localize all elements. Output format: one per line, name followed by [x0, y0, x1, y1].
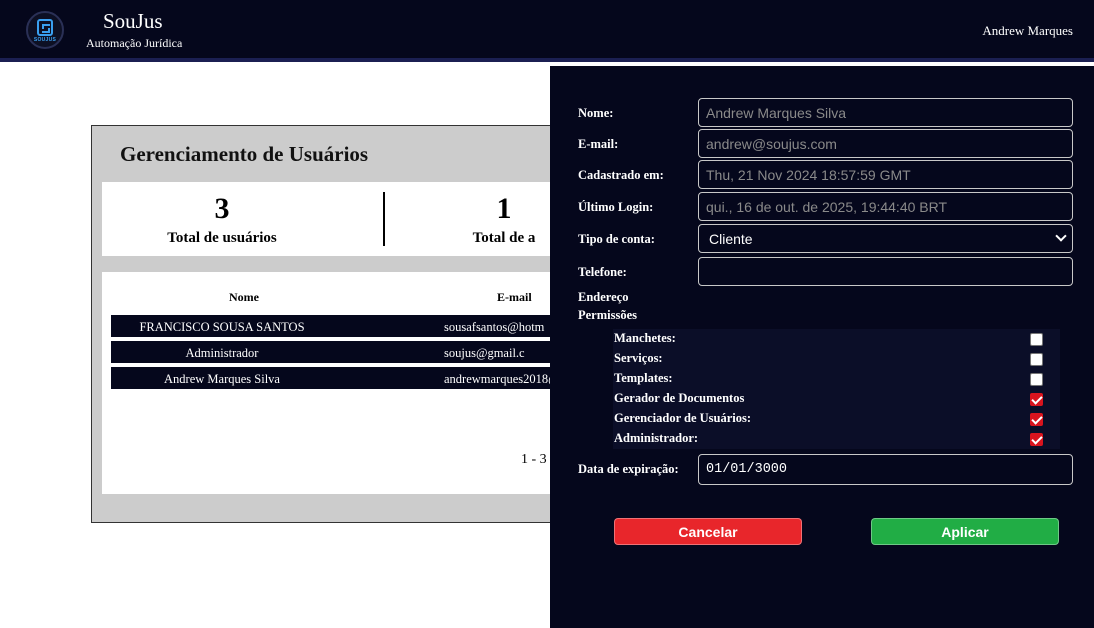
address-label[interactable]: Endereço: [578, 290, 628, 305]
table-row[interactable]: Administrador soujus@gmail.c: [111, 341, 560, 365]
apply-button[interactable]: Aplicar: [871, 518, 1059, 545]
cell-name: Administrador: [185, 346, 259, 360]
page-title: Gerenciamento de Usuários: [120, 142, 369, 166]
permission-label: Gerenciador de Usuários:: [614, 411, 752, 425]
table-row[interactable]: Andrew Marques Silva andrewmarques2018@: [111, 367, 560, 391]
brand-subtitle: Automação Jurídica: [86, 36, 183, 50]
stat-value: 3: [214, 192, 230, 225]
name-field[interactable]: Andrew Marques Silva: [698, 98, 1073, 127]
permission-label: Manchetes:: [614, 331, 676, 345]
brand-name: SouJus: [103, 9, 163, 33]
permission-checkbox[interactable]: [1030, 353, 1043, 366]
stat-label: Total de a: [472, 230, 536, 246]
permission-checkbox[interactable]: [1030, 333, 1043, 346]
permission-checkbox[interactable]: [1030, 413, 1043, 426]
expiration-date-input[interactable]: 01/01/3000: [698, 454, 1073, 485]
permission-item: Serviços:: [613, 349, 1060, 369]
account-type-label: Tipo de conta:: [578, 232, 655, 246]
last-login-label: Último Login:: [578, 200, 654, 214]
stats-card: 3 Total de usuários 1 Total de a: [102, 182, 560, 256]
account-type-value: Cliente: [709, 231, 753, 247]
phone-field[interactable]: [698, 257, 1073, 286]
registered-field[interactable]: Thu, 21 Nov 2024 18:57:59 GMT: [698, 160, 1073, 189]
email-field[interactable]: andrew@soujus.com: [698, 129, 1073, 158]
email-label: E-mail:: [578, 137, 619, 151]
cell-email: andrewmarques2018@: [444, 372, 560, 386]
cell-email: soujus@gmail.c: [444, 346, 525, 360]
permission-item: Templates:: [613, 369, 1060, 389]
permission-item: Administrador:: [613, 429, 1060, 449]
column-header-email[interactable]: E-mail: [497, 290, 532, 305]
user-menu[interactable]: Andrew Marques: [982, 23, 1073, 39]
permission-item: Manchetes:: [613, 329, 1060, 349]
expiration-label: Data de expiração:: [578, 462, 679, 476]
phone-label: Telefone:: [578, 265, 627, 279]
permissions-label: Permissões: [578, 308, 638, 322]
cell-name: FRANCISCO SOUSA SANTOS: [139, 320, 305, 334]
app-header: SOUJUS SouJus Automação Jurídica Andrew …: [0, 0, 1094, 62]
permission-checkbox[interactable]: [1030, 433, 1043, 446]
last-login-field[interactable]: qui., 16 de out. de 2025, 19:44:40 BRT: [698, 192, 1073, 221]
permission-checkbox[interactable]: [1030, 373, 1043, 386]
permission-item: Gerador de Documentos: [613, 389, 1060, 409]
cancel-button[interactable]: Cancelar: [614, 518, 802, 545]
users-table: Nome E-mail FRANCISCO SOUSA SANTOS sousa…: [102, 272, 560, 494]
permission-label: Gerador de Documentos: [614, 391, 745, 405]
logo-text: SOUJUS: [33, 37, 57, 43]
permission-label: Templates:: [614, 371, 673, 385]
permission-checkbox[interactable]: [1030, 393, 1043, 406]
soujus-logo-icon[interactable]: SOUJUS: [26, 11, 64, 49]
stat-value: 1: [496, 192, 512, 225]
pagination-info: 1 - 3: [521, 452, 547, 467]
permission-label: Administrador:: [614, 431, 699, 445]
permissions-list: Manchetes: Serviços: Templates: Gerador …: [613, 329, 1060, 449]
cell-email: sousafsantos@hotm: [444, 320, 545, 334]
account-type-select[interactable]: Cliente: [698, 224, 1073, 253]
table-row[interactable]: FRANCISCO SOUSA SANTOS sousafsantos@hotm: [111, 315, 560, 339]
name-label: Nome:: [578, 106, 614, 120]
cell-name: Andrew Marques Silva: [164, 372, 280, 386]
registered-label: Cadastrado em:: [578, 168, 664, 182]
column-header-name[interactable]: Nome: [229, 290, 259, 305]
stat-label: Total de usuários: [167, 230, 277, 246]
stat-total-users: 3 Total de usuários: [102, 182, 342, 256]
user-management-panel: Gerenciamento de Usuários 3 Total de usu…: [91, 125, 561, 523]
permission-label: Serviços:: [614, 351, 663, 365]
stat-total-second: 1 Total de a: [384, 182, 560, 256]
permission-item: Gerenciador de Usuários:: [613, 409, 1060, 429]
chevron-down-icon: [1055, 230, 1067, 242]
edit-user-drawer: Nome: Andrew Marques Silva E-mail: andre…: [550, 66, 1094, 628]
